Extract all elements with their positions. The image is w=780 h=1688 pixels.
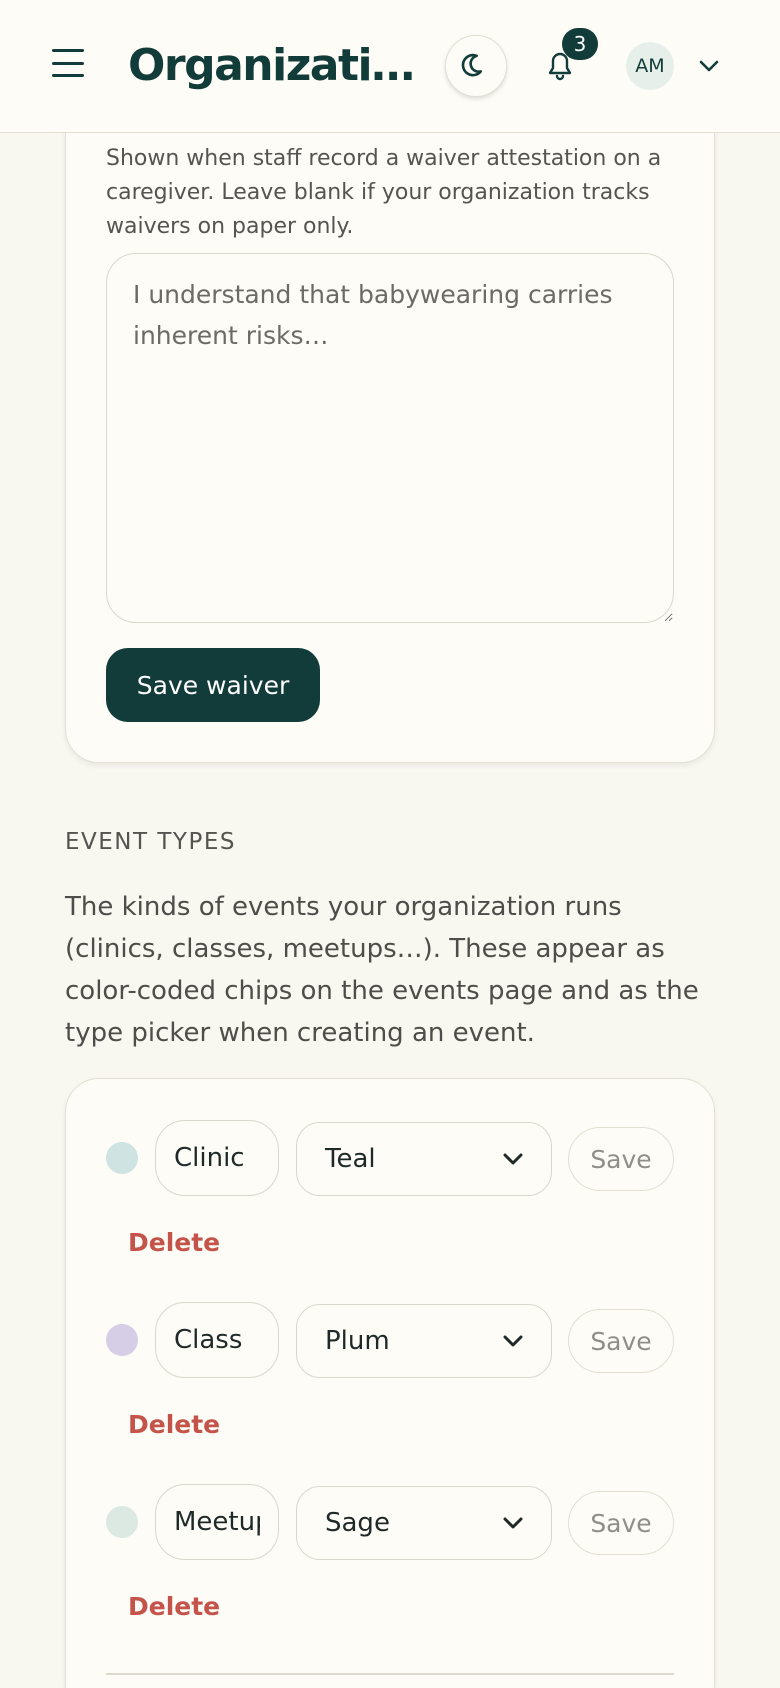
event-type-save-button[interactable]: Save xyxy=(568,1127,674,1191)
page-title: Organizations xyxy=(128,40,418,91)
event-type-color-select[interactable]: Sage xyxy=(296,1486,552,1560)
select-value: Sage xyxy=(325,1508,390,1538)
event-type-name-input[interactable] xyxy=(155,1302,279,1378)
event-type-save-button[interactable]: Save xyxy=(568,1309,674,1373)
chevron-down-icon xyxy=(503,1335,523,1347)
notification-count-badge: 3 xyxy=(562,28,598,60)
event-type-color-dot xyxy=(106,1506,138,1538)
event-type-color-select[interactable]: Plum xyxy=(296,1304,552,1378)
select-value: Teal xyxy=(325,1144,376,1174)
chevron-down-icon[interactable] xyxy=(697,54,721,78)
avatar[interactable]: AM xyxy=(626,42,674,90)
event-type-delete-button[interactable]: Delete xyxy=(128,1592,220,1621)
event-types-description: The kinds of events your organization ru… xyxy=(65,892,699,1048)
chevron-down-icon xyxy=(503,1153,523,1165)
event-type-name-input[interactable] xyxy=(155,1120,279,1196)
event-type-delete-button[interactable]: Delete xyxy=(128,1228,220,1257)
waiver-textarea[interactable] xyxy=(106,253,674,623)
divider xyxy=(106,1673,674,1675)
hamburger-menu-icon[interactable] xyxy=(52,49,84,77)
top-bar: Organizations 3 AM xyxy=(0,0,780,133)
event-type-save-button[interactable]: Save xyxy=(568,1491,674,1555)
theme-toggle-button[interactable] xyxy=(445,35,507,97)
event-type-name-input[interactable] xyxy=(155,1484,279,1560)
waiver-help-text: Shown when staff record a waiver attesta… xyxy=(106,146,662,239)
event-type-delete-button[interactable]: Delete xyxy=(128,1410,220,1439)
chevron-down-icon xyxy=(503,1517,523,1529)
event-types-heading: EVENT TYPES xyxy=(65,829,236,855)
select-value: Plum xyxy=(325,1326,390,1356)
moon-icon xyxy=(461,53,483,77)
event-type-color-dot xyxy=(106,1142,138,1174)
event-type-color-select[interactable]: Teal xyxy=(296,1122,552,1196)
save-waiver-button[interactable]: Save waiver xyxy=(106,648,320,722)
event-type-color-dot xyxy=(106,1324,138,1356)
